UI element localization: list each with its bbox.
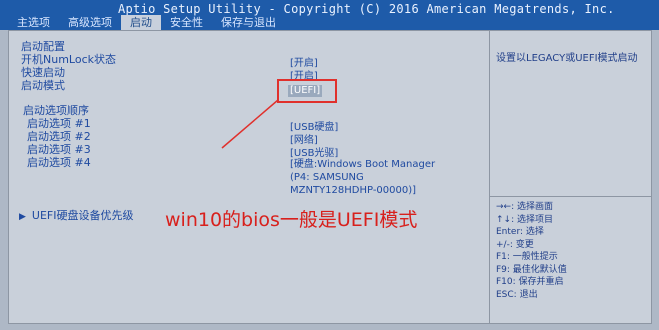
boot-option-4-value-line3: MZNTY128HDHP-00000)] (290, 185, 417, 196)
boot-order-title: 启动选项顺序 (23, 104, 89, 117)
tab-main[interactable]: 主选项 (8, 15, 59, 30)
boot-option-4-label[interactable]: 启动选项 #4 (27, 157, 91, 169)
boot-option-2-value[interactable]: [网络] (290, 135, 318, 147)
boot-mode-label[interactable]: 启动模式 (21, 80, 65, 92)
boot-option-4-value-line1[interactable]: [硬盘:Windows Boot Manager (290, 159, 435, 171)
key-enter: Enter: 选择 (496, 227, 544, 237)
help-text: 设置以LEGACY或UEFI模式启动 (496, 53, 638, 64)
setup-panel: 启动配置 开机NumLock状态 [开启] 快速启动 [开启] 启动模式 [UE… (8, 30, 652, 324)
key-f1: F1: 一般性提示 (496, 252, 558, 262)
boot-option-1-label[interactable]: 启动选项 #1 (27, 118, 91, 130)
annotation-text: win10的bios一般是UEFI模式 (165, 209, 418, 231)
numlock-label[interactable]: 开机NumLock状态 (21, 54, 116, 66)
key-esc: ESC: 退出 (496, 289, 538, 300)
title-bar: Aptio Setup Utility - Copyright (C) 2016… (0, 0, 659, 30)
key-f9: F9: 最佳化默认值 (496, 264, 567, 275)
section-title-boot-config: 启动配置 (21, 40, 65, 53)
tab-advanced[interactable]: 高级选项 (59, 15, 121, 30)
window-title: Aptio Setup Utility - Copyright (C) 2016… (118, 2, 615, 16)
key-legend: →←: 选择画面 ↑↓: 选择项目 Enter: 选择 +/-: 变更 F1: … (496, 201, 648, 301)
bios-screen: Aptio Setup Utility - Copyright (C) 2016… (0, 0, 659, 330)
help-pane: 设置以LEGACY或UEFI模式启动 →←: 选择画面 ↑↓: 选择项目 Ent… (490, 31, 651, 323)
boot-option-3-label[interactable]: 启动选项 #3 (27, 144, 91, 156)
boot-option-2-label[interactable]: 启动选项 #2 (27, 131, 91, 143)
help-area: 设置以LEGACY或UEFI模式启动 (490, 31, 651, 197)
fast-boot-label[interactable]: 快速启动 (21, 67, 65, 79)
uefi-hdd-priority-submenu[interactable]: ▶ UEFI硬盘设备优先级 (19, 207, 134, 223)
key-select-item: ↑↓: 选择项目 (496, 214, 553, 225)
uefi-highlight-box (277, 79, 337, 103)
key-f10: F10: 保存并重启 (496, 277, 564, 287)
tab-security[interactable]: 安全性 (161, 15, 212, 30)
numlock-value[interactable]: [开启] (290, 58, 318, 70)
tab-boot[interactable]: 启动 (121, 15, 161, 30)
tab-save-exit[interactable]: 保存与退出 (212, 15, 285, 30)
settings-pane: 启动配置 开机NumLock状态 [开启] 快速启动 [开启] 启动模式 [UE… (9, 31, 490, 323)
boot-option-1-value[interactable]: [USB硬盘] (290, 122, 338, 134)
key-change: +/-: 变更 (496, 239, 534, 250)
submenu-label: UEFI硬盘设备优先级 (31, 209, 134, 222)
submenu-arrow-icon: ▶ (19, 212, 26, 222)
tab-bar: 主选项 高级选项 启动 安全性 保存与退出 (8, 15, 285, 30)
key-select-screen: →←: 选择画面 (496, 202, 553, 212)
boot-option-4-value-line2: (P4: SAMSUNG (290, 172, 364, 183)
